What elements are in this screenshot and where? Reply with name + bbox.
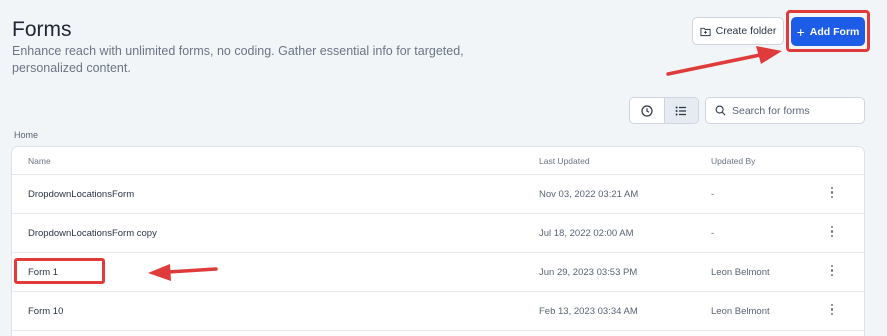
more-options-icon[interactable] [826, 224, 838, 240]
form1-highlight-box [14, 258, 105, 284]
last-updated: Feb 13, 2023 03:34 AM [539, 306, 638, 317]
updated-by: Leon Belmont [711, 267, 770, 278]
column-header-name[interactable]: Name [28, 156, 51, 166]
last-updated: Jul 18, 2022 02:00 AM [539, 228, 634, 239]
page-subtitle: Enhance reach with unlimited forms, no c… [12, 44, 464, 75]
search-box [705, 97, 865, 124]
table-row[interactable]: Form 10 Feb 13, 2023 03:34 AM Leon Belmo… [12, 292, 864, 331]
more-options-icon[interactable] [826, 185, 838, 201]
page-title: Forms [12, 18, 72, 41]
table-header: Name Last Updated Updated By [12, 147, 864, 175]
create-folder-button[interactable]: Create folder [692, 17, 784, 45]
table-row[interactable]: DropdownLocationsForm Nov 03, 2022 03:21… [12, 175, 864, 214]
form-name[interactable]: Form 10 [28, 306, 63, 317]
create-folder-label: Create folder [715, 25, 777, 37]
breadcrumb[interactable]: Home [14, 130, 38, 140]
updated-by: Leon Belmont [711, 306, 770, 317]
updated-by: - [711, 189, 715, 200]
recent-view-button[interactable] [630, 98, 664, 123]
table-row[interactable]: DropdownLocationsForm copy Jul 18, 2022 … [12, 214, 864, 253]
more-options-icon[interactable] [826, 302, 838, 318]
table-row[interactable]: Form 1 Jun 29, 2023 03:53 PM Leon Belmon… [12, 253, 864, 292]
list-view-button[interactable] [663, 98, 698, 123]
folder-plus-icon [700, 27, 711, 36]
arrow-to-add-form [666, 46, 782, 76]
more-options-icon[interactable] [826, 263, 838, 279]
search-icon [715, 105, 726, 116]
form-name[interactable]: DropdownLocationsForm copy [28, 228, 157, 239]
view-toggle [629, 97, 699, 124]
list-icon [675, 106, 687, 115]
column-header-updated-by[interactable]: Updated By [711, 156, 755, 166]
search-input[interactable] [732, 104, 862, 117]
form-name[interactable]: DropdownLocationsForm [28, 189, 134, 200]
last-updated: Nov 03, 2022 03:21 AM [539, 189, 639, 200]
add-form-highlight-box [786, 10, 870, 52]
forms-table: Name Last Updated Updated By DropdownLoc… [11, 146, 865, 336]
column-header-last-updated[interactable]: Last Updated [539, 156, 590, 166]
updated-by: - [711, 228, 715, 239]
clock-icon [641, 104, 653, 117]
last-updated: Jun 29, 2023 03:53 PM [539, 267, 638, 278]
